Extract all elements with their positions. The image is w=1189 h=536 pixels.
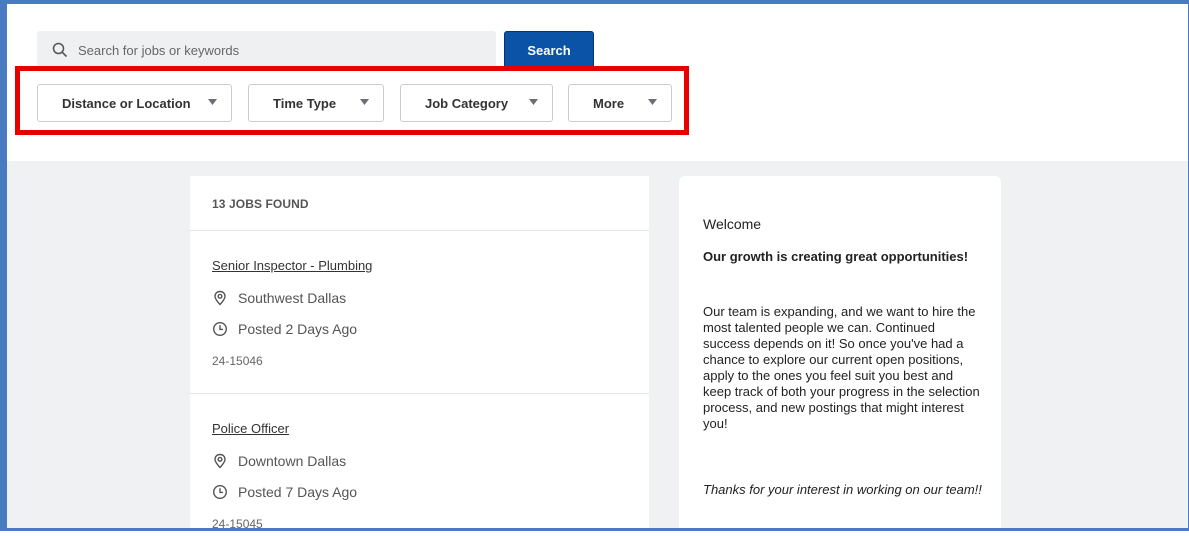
job-results-list: 13 JOBS FOUND Senior Inspector - Plumbin… — [190, 176, 649, 536]
posted-text: Posted 2 Days Ago — [238, 321, 358, 337]
welcome-subheading: Our growth is creating great opportuniti… — [703, 249, 969, 264]
job-id: 24-15045 — [212, 517, 263, 531]
divider — [190, 230, 649, 231]
jobs-found-count: 13 JOBS FOUND — [212, 197, 309, 211]
job-posted: Posted 2 Days Ago — [212, 321, 357, 337]
filter-label: Job Category — [425, 95, 509, 111]
search-button[interactable]: Search — [504, 31, 594, 69]
location-pin-icon — [214, 453, 226, 469]
welcome-body: Our team is expanding, and we want to hi… — [703, 304, 980, 431]
job-title-link[interactable]: Police Officer — [212, 421, 289, 436]
filter-distance-or-location[interactable]: Distance or Location — [37, 84, 232, 122]
filter-more[interactable]: More — [568, 84, 672, 122]
caret-down-icon — [648, 99, 657, 105]
filter-time-type[interactable]: Time Type — [248, 84, 384, 122]
filter-label: Distance or Location — [62, 95, 191, 111]
location-text: Southwest Dallas — [238, 290, 347, 306]
location-text: Downtown Dallas — [238, 453, 347, 469]
posted-text: Posted 7 Days Ago — [238, 484, 358, 500]
caret-down-icon — [529, 99, 538, 105]
clock-icon — [212, 321, 228, 337]
clock-icon — [212, 484, 228, 500]
search-header: Search Distance or Location Time Type Jo… — [7, 4, 1188, 161]
divider — [190, 393, 649, 394]
search-icon — [52, 42, 68, 58]
content-area: 13 JOBS FOUND Senior Inspector - Plumbin… — [7, 161, 1188, 536]
filter-label: Time Type — [273, 95, 337, 111]
welcome-panel: Welcome Our growth is creating great opp… — [679, 176, 1001, 536]
job-location: Downtown Dallas — [212, 453, 346, 469]
job-posted: Posted 7 Days Ago — [212, 484, 357, 500]
search-input[interactable] — [76, 34, 480, 66]
job-title-link[interactable]: Senior Inspector - Plumbing — [212, 258, 372, 273]
location-pin-icon — [214, 290, 226, 306]
filter-label: More — [593, 95, 625, 111]
welcome-closing: Thanks for your interest in working on o… — [703, 482, 982, 497]
job-id: 24-15046 — [212, 354, 263, 368]
caret-down-icon — [360, 99, 369, 105]
welcome-heading: Welcome — [703, 216, 762, 232]
filter-job-category[interactable]: Job Category — [400, 84, 553, 122]
caret-down-icon — [208, 99, 217, 105]
search-bar[interactable] — [37, 31, 496, 69]
job-location: Southwest Dallas — [212, 290, 346, 306]
